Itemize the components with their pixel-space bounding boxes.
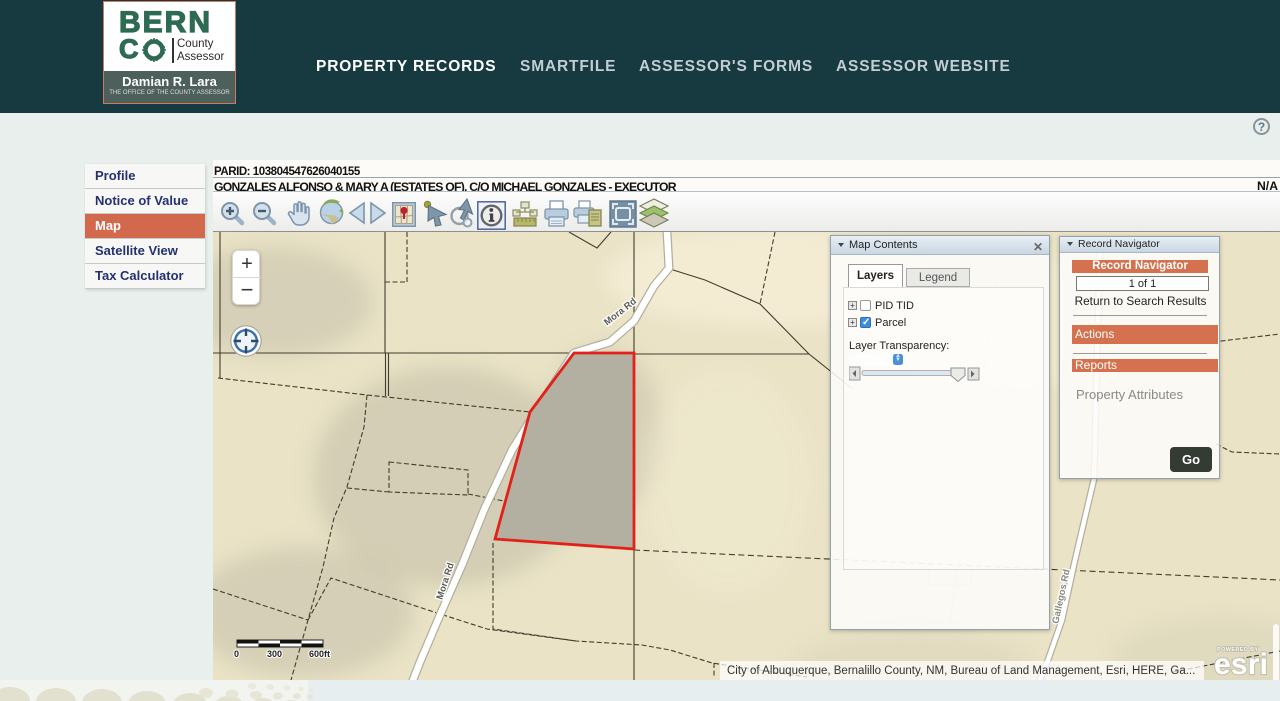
svg-text:300: 300 bbox=[267, 649, 282, 659]
svg-text:City of Albuquerque, Bernalill: City of Albuquerque, Bernalillo County, … bbox=[727, 665, 1195, 677]
svg-text:esri: esri bbox=[1214, 648, 1268, 680]
svg-text:600ft: 600ft bbox=[309, 649, 330, 659]
svg-text:0: 0 bbox=[234, 649, 239, 659]
